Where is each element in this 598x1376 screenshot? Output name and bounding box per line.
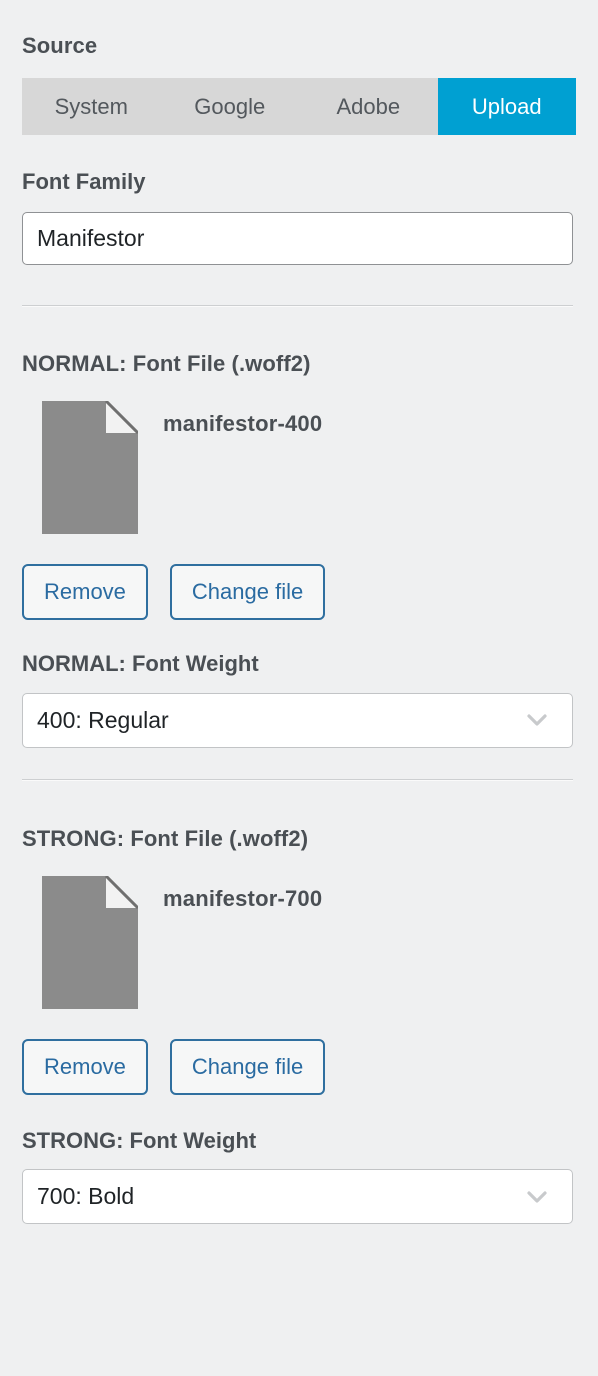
normal-file-row: manifestor-400 <box>22 401 576 535</box>
font-family-input[interactable] <box>22 211 573 265</box>
strong-file-row: manifestor-700 <box>22 875 576 1009</box>
tab-google[interactable]: Google <box>160 78 299 136</box>
tab-adobe[interactable]: Adobe <box>299 78 438 136</box>
strong-change-file-label: Change file <box>191 1053 304 1079</box>
strong-file-name: manifestor-700 <box>163 885 323 911</box>
section-divider-strong <box>22 778 573 781</box>
section-divider-normal <box>22 304 573 307</box>
font-family-label: Font Family <box>22 169 146 195</box>
normal-remove-label: Remove <box>44 579 126 605</box>
normal-file-name: manifestor-400 <box>163 411 323 437</box>
strong-font-weight-value: 700: Bold <box>37 1183 135 1210</box>
file-document-icon <box>42 401 138 535</box>
tab-system-label: System <box>54 93 128 119</box>
normal-font-file-heading: NORMAL: Font File (.woff2) <box>22 350 311 376</box>
strong-font-weight-select[interactable]: 700: Bold <box>22 1169 573 1225</box>
normal-change-file-label: Change file <box>191 579 304 605</box>
tab-google-label: Google <box>194 93 266 119</box>
strong-font-weight-label: STRONG: Font Weight <box>22 1127 257 1153</box>
strong-remove-button[interactable]: Remove <box>22 1038 148 1095</box>
normal-font-weight-label: NORMAL: Font Weight <box>22 651 259 677</box>
strong-font-file-heading: STRONG: Font File (.woff2) <box>22 825 309 851</box>
file-document-icon <box>42 875 138 1009</box>
strong-font-weight-select-wrap: 700: Bold <box>22 1169 573 1225</box>
tab-upload[interactable]: Upload <box>437 78 576 136</box>
normal-remove-button[interactable]: Remove <box>22 564 148 621</box>
strong-remove-label: Remove <box>44 1053 126 1079</box>
normal-change-file-button[interactable]: Change file <box>169 564 326 621</box>
strong-change-file-button[interactable]: Change file <box>169 1038 326 1095</box>
normal-font-weight-value: 400: Regular <box>37 706 169 733</box>
strong-file-actions: Remove Change file <box>22 1038 576 1095</box>
normal-file-actions: Remove Change file <box>22 564 576 621</box>
source-tab-group: System Google Adobe Upload <box>22 78 576 136</box>
normal-font-weight-select[interactable]: 400: Regular <box>22 692 573 748</box>
tab-system[interactable]: System <box>22 78 161 136</box>
font-upload-panel: Source System Google Adobe Upload Font F… <box>0 0 598 1376</box>
tab-adobe-label: Adobe <box>336 93 401 119</box>
source-heading: Source <box>22 33 98 58</box>
normal-font-weight-select-wrap: 400: Regular <box>22 692 573 748</box>
tab-upload-label: Upload <box>471 93 542 119</box>
